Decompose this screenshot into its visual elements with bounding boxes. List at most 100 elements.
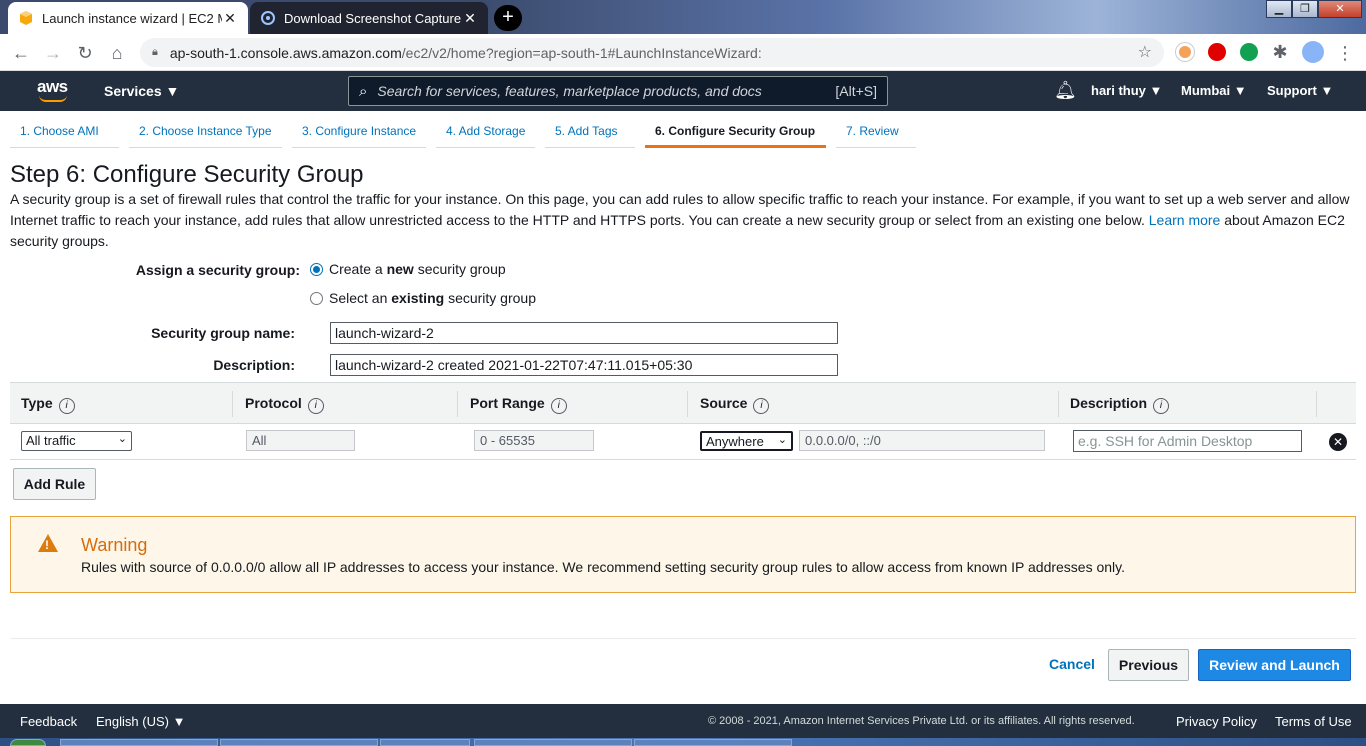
profile-avatar-icon[interactable] <box>1302 41 1324 63</box>
browser-menu-icon[interactable]: ⋮ <box>1332 40 1358 66</box>
protocol-field: All <box>246 430 355 451</box>
chevron-down-icon: ⌄ <box>117 433 127 445</box>
copyright-text: © 2008 - 2021, Amazon Internet Services … <box>708 715 1135 727</box>
lock-icon: 🔒︎ <box>152 46 158 58</box>
previous-button[interactable]: Previous <box>1108 649 1189 681</box>
radio-select-existing[interactable]: Select an existing security group <box>310 290 536 306</box>
warning-alert: ! Warning Rules with source of 0.0.0.0/0… <box>10 516 1356 593</box>
remove-rule-icon[interactable]: ✕ <box>1329 433 1347 451</box>
browser-tab-inactive[interactable]: Download Screenshot Capture Fo ✕ <box>250 2 488 34</box>
review-and-launch-button[interactable]: Review and Launch <box>1198 649 1351 681</box>
terms-of-use-link[interactable]: Terms of Use <box>1275 714 1352 729</box>
bookmark-star-icon[interactable]: ☆ <box>1138 42 1152 62</box>
extensions-puzzle-icon[interactable]: ✱ <box>1267 39 1293 65</box>
port-range-field: 0 - 65535 <box>474 430 594 451</box>
caret-down-icon: ▼ <box>1149 83 1163 98</box>
aws-logo-text: aws <box>37 77 68 96</box>
step-configure-instance[interactable]: 3. Configure Instance <box>292 118 426 148</box>
camera-favicon-icon <box>260 10 276 26</box>
start-button-icon[interactable] <box>10 739 46 746</box>
source-cidr-input[interactable]: 0.0.0.0/0, ::/0 <box>799 430 1045 451</box>
region-label: Mumbai <box>1181 83 1231 98</box>
radio-label: Select an existing security group <box>329 290 536 306</box>
step-add-tags[interactable]: 5. Add Tags <box>545 118 635 148</box>
notifications-bell-icon[interactable]: 🔔︎ <box>1054 80 1077 101</box>
description-label: Description: <box>213 357 295 373</box>
taskbar-item[interactable] <box>380 739 470 746</box>
taskbar-item[interactable] <box>220 739 378 746</box>
grammar-extension-icon[interactable] <box>1240 43 1258 61</box>
aws-logo[interactable]: aws <box>37 77 68 102</box>
taskbar-item[interactable] <box>60 739 218 746</box>
tab-title: Launch instance wizard | EC2 Ma <box>42 10 222 26</box>
search-placeholder: Search for services, features, marketpla… <box>377 83 762 99</box>
rules-table-header: Type i Protocol i Port Range i Source i Desc… <box>10 382 1356 424</box>
feedback-link[interactable]: Feedback <box>20 714 77 729</box>
caret-down-icon: ▼ <box>172 714 186 729</box>
home-icon[interactable]: ⌂ <box>104 40 130 66</box>
step-add-storage[interactable]: 4. Add Storage <box>436 118 535 148</box>
services-menu[interactable]: Services ▼ <box>104 83 179 99</box>
warning-text: Rules with source of 0.0.0.0/0 allow all… <box>81 559 1126 575</box>
browser-toolbar: ← → ↻ ⌂ 🔒︎ ap-south-1.console.aws.amazon… <box>0 34 1366 71</box>
cancel-button[interactable]: Cancel <box>1040 649 1104 681</box>
column-divider <box>232 391 233 417</box>
step-choose-ami[interactable]: 1. Choose AMI <box>10 118 119 148</box>
forward-icon[interactable]: → <box>40 40 66 66</box>
search-icon: ⌕ <box>359 82 368 100</box>
minimize-icon[interactable]: ▁ <box>1266 0 1292 18</box>
extension-icon[interactable] <box>1176 43 1194 61</box>
radio-button[interactable] <box>310 291 323 305</box>
support-label: Support <box>1267 83 1317 98</box>
restore-icon[interactable]: ❐ <box>1292 0 1318 18</box>
warning-title: Warning <box>81 535 148 555</box>
close-tab-icon[interactable]: ✕ <box>462 10 478 27</box>
description-input[interactable] <box>330 354 838 376</box>
radio-button-selected[interactable] <box>310 262 323 276</box>
search-shortcut: [Alt+S] <box>835 83 877 99</box>
privacy-policy-link[interactable]: Privacy Policy <box>1176 714 1257 729</box>
rule-description-input[interactable]: e.g. SSH for Admin Desktop <box>1073 430 1302 452</box>
new-tab-button[interactable]: + <box>494 5 522 31</box>
browser-tab-active[interactable]: Launch instance wizard | EC2 Ma ✕ <box>8 2 248 34</box>
column-description: Description i <box>1070 395 1170 414</box>
address-bar[interactable]: 🔒︎ ap-south-1.console.aws.amazon.com/ec2… <box>140 38 1164 67</box>
region-menu[interactable]: Mumbai ▼ <box>1181 83 1247 98</box>
taskbar-item[interactable] <box>474 739 632 746</box>
services-label: Services <box>104 83 162 99</box>
sg-name-label: Security group name: <box>151 325 295 341</box>
caret-down-icon: ▼ <box>1233 83 1247 98</box>
step-configure-security-group[interactable]: 6. Configure Security Group <box>645 118 826 148</box>
divider <box>10 638 1356 639</box>
user-label: hari thuy <box>1091 83 1146 98</box>
radio-create-new[interactable]: Create a new security group <box>310 261 506 277</box>
info-icon[interactable]: i <box>550 398 567 414</box>
support-menu[interactable]: Support ▼ <box>1267 83 1333 98</box>
info-icon[interactable]: i <box>1153 398 1170 414</box>
type-select[interactable]: All traffic ⌄ <box>21 431 132 451</box>
step-review[interactable]: 7. Review <box>836 118 916 148</box>
step-choose-instance-type[interactable]: 2. Choose Instance Type <box>129 118 282 148</box>
column-divider <box>1058 391 1059 417</box>
close-tab-icon[interactable]: ✕ <box>222 10 238 27</box>
info-icon[interactable]: i <box>58 398 75 414</box>
page-intro: A security group is a set of firewall ru… <box>10 189 1360 252</box>
source-select[interactable]: Anywhere ⌄ <box>700 431 793 451</box>
info-icon[interactable]: i <box>753 398 770 414</box>
radio-label: Create a new security group <box>329 261 506 277</box>
language-menu[interactable]: English (US) ▼ <box>96 714 185 729</box>
info-icon[interactable]: i <box>307 398 324 414</box>
aws-footer: Feedback English (US) ▼ © 2008 - 2021, A… <box>0 704 1366 738</box>
add-rule-button[interactable]: Add Rule <box>13 468 96 500</box>
taskbar-item[interactable] <box>634 739 792 746</box>
reload-icon[interactable]: ↻ <box>72 40 98 66</box>
user-menu[interactable]: hari thuy ▼ <box>1091 83 1162 98</box>
back-icon[interactable]: ← <box>8 40 34 66</box>
close-window-icon[interactable]: ✕ <box>1318 0 1362 18</box>
aws-search-input[interactable]: ⌕ Search for services, features, marketp… <box>348 76 888 106</box>
caret-down-icon: ▼ <box>165 83 180 99</box>
aws-smile-icon <box>39 95 67 102</box>
sg-name-input[interactable] <box>330 322 838 344</box>
adblock-icon[interactable] <box>1208 43 1226 61</box>
learn-more-link[interactable]: Learn more <box>1149 212 1221 228</box>
